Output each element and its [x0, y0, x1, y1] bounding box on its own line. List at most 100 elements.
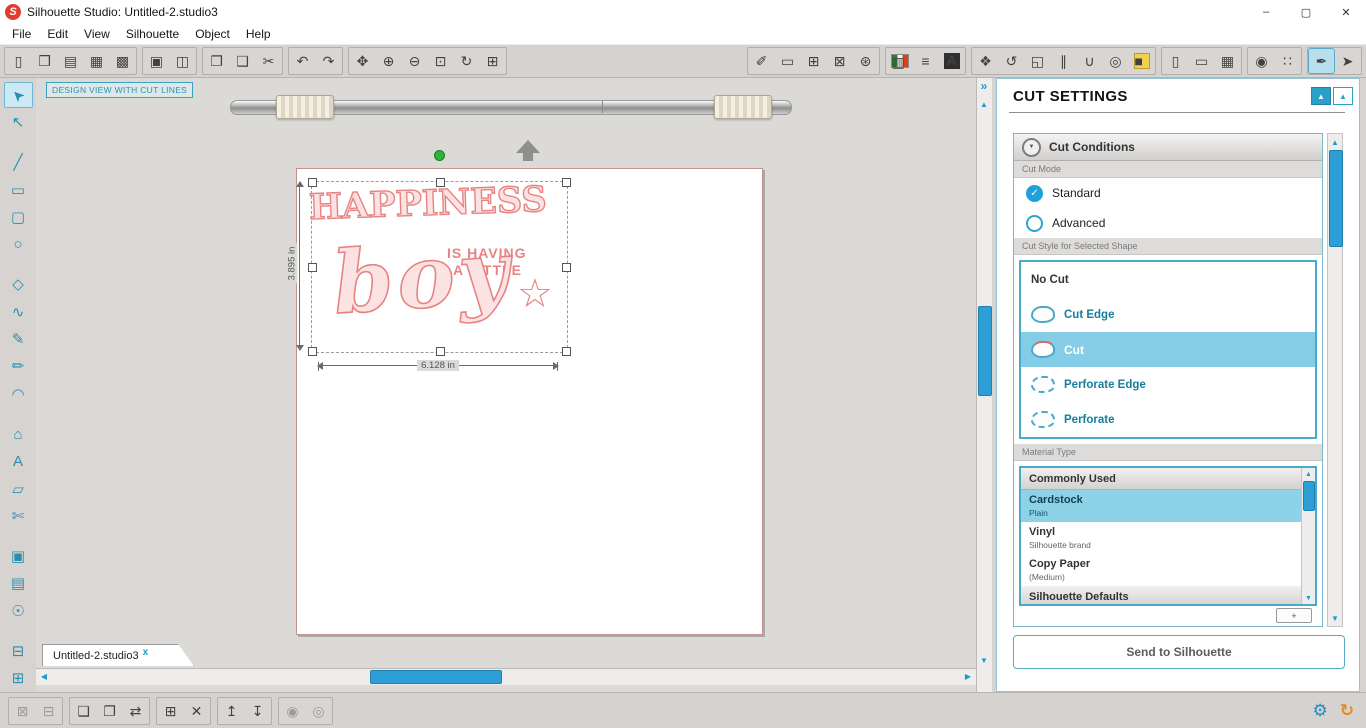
design-canvas[interactable]: DESIGN VIEW WITH CUT LINES HAPPINESS IS …: [36, 78, 992, 692]
polygon-tool[interactable]: ◇: [4, 272, 33, 298]
zoom-selection-button[interactable]: ⊡: [428, 49, 453, 73]
library-view-button[interactable]: ▦: [1215, 49, 1240, 73]
undo-button[interactable]: ↶: [290, 49, 315, 73]
selection-handle-n[interactable]: [436, 178, 445, 187]
redo-button[interactable]: ↷: [316, 49, 341, 73]
ellipse-tool[interactable]: ○: [4, 231, 33, 257]
cut-style-perforate[interactable]: Perforate: [1021, 402, 1315, 437]
scroll-up-button[interactable]: ▲: [976, 96, 992, 112]
weld-options-button[interactable]: ∪: [1077, 49, 1102, 73]
bring-to-front-button[interactable]: ↥: [219, 699, 244, 723]
mirror-button[interactable]: ⇄: [123, 699, 148, 723]
line-tool[interactable]: ╱: [4, 150, 33, 176]
selection-handle-e[interactable]: [562, 263, 571, 272]
add-material-button[interactable]: +: [1276, 608, 1312, 623]
minimize-button[interactable]: –: [1246, 0, 1286, 24]
page-setup-panel-button[interactable]: ▣: [4, 543, 33, 569]
cut-mode-advanced[interactable]: Advanced: [1014, 208, 1322, 238]
panel-scrollbar[interactable]: ▲ ▼: [1327, 133, 1343, 627]
panel-collapse-chevrons[interactable]: »: [976, 78, 992, 94]
pixscan-button[interactable]: ✐: [749, 49, 774, 73]
preferences-button[interactable]: ⚙: [1313, 702, 1328, 719]
section-collapse-icon[interactable]: ▼: [1022, 137, 1041, 157]
rectangle-tool[interactable]: ▭: [4, 177, 33, 203]
knife-tool[interactable]: ✄: [4, 503, 33, 529]
cut-settings-button[interactable]: ✒: [1308, 48, 1335, 74]
close-button[interactable]: ✕: [1326, 0, 1366, 24]
fit-to-page-button[interactable]: ⊞: [480, 49, 505, 73]
page-settings-button[interactable]: ▭: [775, 49, 800, 73]
offset-button[interactable]: ◎: [306, 699, 331, 723]
duplicate-button[interactable]: ❐: [97, 699, 122, 723]
material-scroll-down-button[interactable]: ▼: [1302, 592, 1315, 604]
curve-tool[interactable]: ∿: [4, 299, 33, 325]
replicate-button[interactable]: ❖: [973, 49, 998, 73]
print-button[interactable]: ▣: [144, 49, 169, 73]
save-button[interactable]: ▦: [84, 49, 109, 73]
text-style-button[interactable]: A: [939, 49, 964, 73]
sketch-panel-button[interactable]: ▤: [4, 571, 33, 597]
horizontal-scroll-thumb[interactable]: [370, 670, 502, 684]
zoom-in-button[interactable]: ⊕: [376, 49, 401, 73]
material-scroll-thumb[interactable]: [1303, 481, 1315, 511]
select-tool[interactable]: ➤: [3, 82, 33, 109]
zoom-reset-button[interactable]: ↻: [454, 49, 479, 73]
registration-marks-button[interactable]: ⊠: [827, 49, 852, 73]
open-recent-button[interactable]: ▤: [58, 49, 83, 73]
send-to-back-button[interactable]: ↧: [245, 699, 270, 723]
selection-handle-s[interactable]: [436, 347, 445, 356]
selection-handle-ne[interactable]: [562, 178, 571, 187]
offset-options-button[interactable]: ◎: [1103, 49, 1128, 73]
material-copy-paper[interactable]: Copy Paper (Medium): [1021, 554, 1302, 586]
pierce-options-button[interactable]: ⊛: [853, 49, 878, 73]
scale-options-button[interactable]: ◱: [1025, 49, 1050, 73]
menu-help[interactable]: Help: [238, 25, 279, 43]
scroll-left-button[interactable]: ◀: [36, 668, 52, 684]
rotation-handle[interactable]: [434, 150, 445, 161]
material-vinyl[interactable]: Vinyl Silhouette brand: [1021, 522, 1302, 554]
rotate-options-button[interactable]: ↺: [999, 49, 1024, 73]
cut-style-perforate-edge[interactable]: Perforate Edge: [1021, 367, 1315, 402]
panel-scroll-down-button[interactable]: ▼: [1328, 610, 1342, 626]
material-group-commonly-used[interactable]: Commonly Used: [1021, 468, 1302, 490]
regular-polygon-tool[interactable]: ⌂: [4, 421, 33, 447]
mobile-devices-button[interactable]: ▯: [1163, 49, 1188, 73]
material-scroll-up-button[interactable]: ▲: [1302, 468, 1315, 480]
maximize-button[interactable]: ▢: [1286, 0, 1326, 24]
cut-mode-standard[interactable]: ✓ Standard: [1014, 178, 1322, 208]
design-store-button[interactable]: ☉: [4, 598, 33, 624]
send-to-silhouette-panel-button[interactable]: Send to Silhouette: [1013, 635, 1345, 669]
ungroup-button[interactable]: ✕: [184, 699, 209, 723]
selection-handle-nw[interactable]: [308, 178, 317, 187]
tablet-devices-button[interactable]: ▭: [1189, 49, 1214, 73]
eraser-tool[interactable]: ▱: [4, 476, 33, 502]
cut-button[interactable]: ✂: [256, 49, 281, 73]
copy-button[interactable]: ❐: [204, 49, 229, 73]
selection-handle-se[interactable]: [562, 347, 571, 356]
open-document-button[interactable]: ❒: [32, 49, 57, 73]
trace-options-button[interactable]: ■: [1129, 49, 1154, 73]
menu-view[interactable]: View: [76, 25, 118, 43]
material-cardstock[interactable]: Cardstock Plain: [1021, 490, 1302, 522]
panel-scroll-thumb[interactable]: [1329, 150, 1343, 247]
group-button[interactable]: ⊞: [158, 699, 183, 723]
camera-preview-button[interactable]: ◉: [1249, 49, 1274, 73]
horizontal-scrollbar[interactable]: [36, 668, 976, 685]
line-style-button[interactable]: ≡: [913, 49, 938, 73]
save-as-button[interactable]: ▩: [110, 49, 135, 73]
scroll-down-button[interactable]: ▼: [976, 652, 992, 668]
menu-object[interactable]: Object: [187, 25, 238, 43]
new-document-button[interactable]: ▯: [6, 49, 31, 73]
sync-button[interactable]: ↻: [1340, 702, 1354, 719]
document-tab-close-button[interactable]: x: [143, 647, 149, 658]
radio-unselected-icon[interactable]: [1026, 214, 1043, 232]
transform-options-button[interactable]: ⊠: [10, 699, 35, 723]
cut-style-cut[interactable]: Cut: [1021, 332, 1315, 367]
paste-button[interactable]: ❑: [230, 49, 255, 73]
copy-instance-button[interactable]: ❏: [71, 699, 96, 723]
arc-tool[interactable]: ◠: [4, 381, 33, 407]
scroll-right-button[interactable]: ▶: [960, 668, 976, 684]
material-scrollbar[interactable]: ▲ ▼: [1301, 468, 1315, 604]
print-setup-button[interactable]: ◫: [170, 49, 195, 73]
grid-settings-button[interactable]: ⊞: [801, 49, 826, 73]
